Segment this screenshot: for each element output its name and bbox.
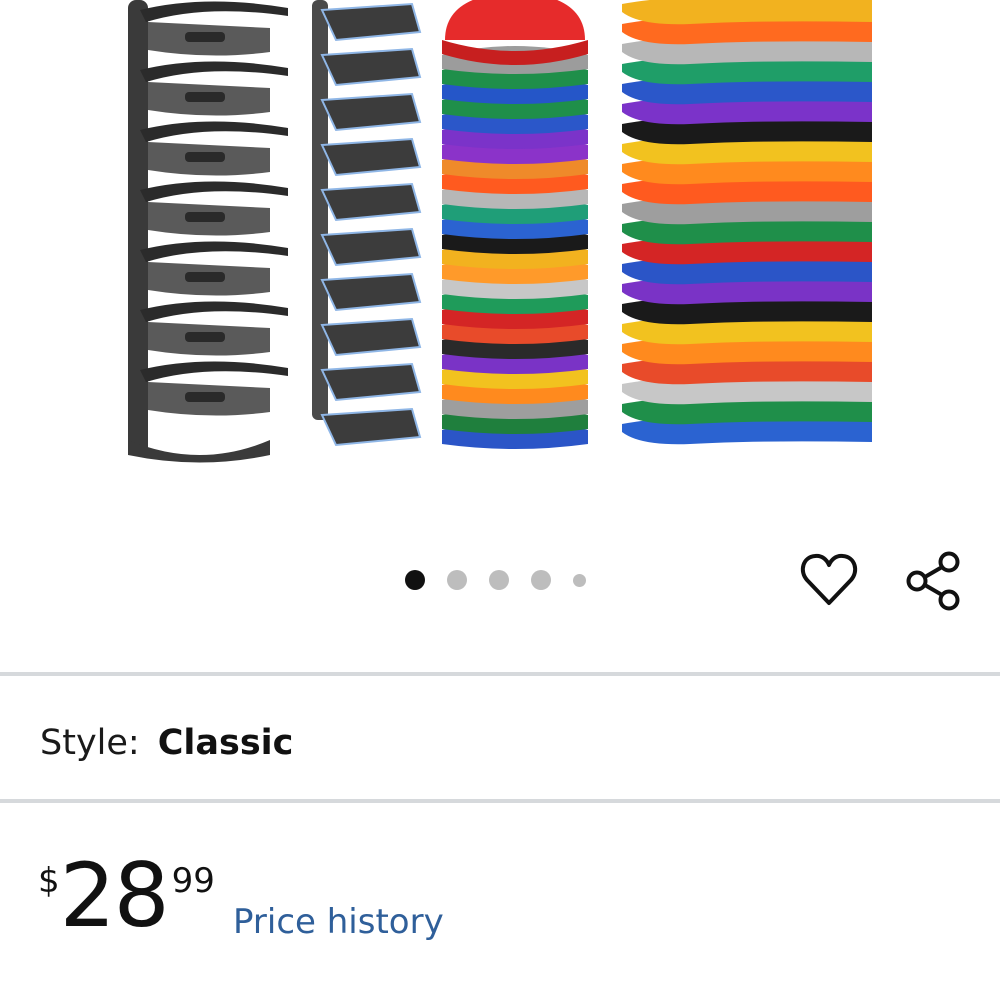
favorite-button[interactable] bbox=[800, 552, 858, 608]
product-image[interactable] bbox=[0, 0, 1000, 540]
rack-light bbox=[312, 0, 422, 447]
price: $ 28 99 bbox=[38, 852, 215, 940]
pagination-dot[interactable] bbox=[489, 570, 509, 590]
rack-dark bbox=[128, 0, 288, 463]
share-icon bbox=[906, 551, 960, 611]
style-selector[interactable]: Style: Classic bbox=[40, 722, 293, 764]
price-history-link[interactable]: Price history bbox=[233, 902, 444, 942]
price-cents: 99 bbox=[171, 861, 215, 901]
price-currency: $ bbox=[38, 861, 60, 901]
pagination-dot[interactable] bbox=[573, 573, 586, 587]
image-pagination bbox=[405, 570, 608, 590]
hat-stack-front bbox=[442, 0, 588, 449]
hat-rack-illustration bbox=[128, 0, 872, 463]
style-label: Style: bbox=[40, 723, 140, 763]
pagination-dot[interactable] bbox=[531, 570, 551, 590]
price-whole: 28 bbox=[59, 844, 170, 947]
pagination-dot[interactable] bbox=[405, 570, 425, 590]
heart-outline-icon bbox=[800, 553, 858, 605]
share-button[interactable] bbox=[903, 550, 963, 612]
divider bbox=[0, 799, 1000, 803]
pagination-dot[interactable] bbox=[447, 570, 467, 590]
divider bbox=[0, 672, 1000, 676]
hat-stack-side bbox=[622, 0, 872, 445]
style-value: Classic bbox=[157, 723, 294, 763]
